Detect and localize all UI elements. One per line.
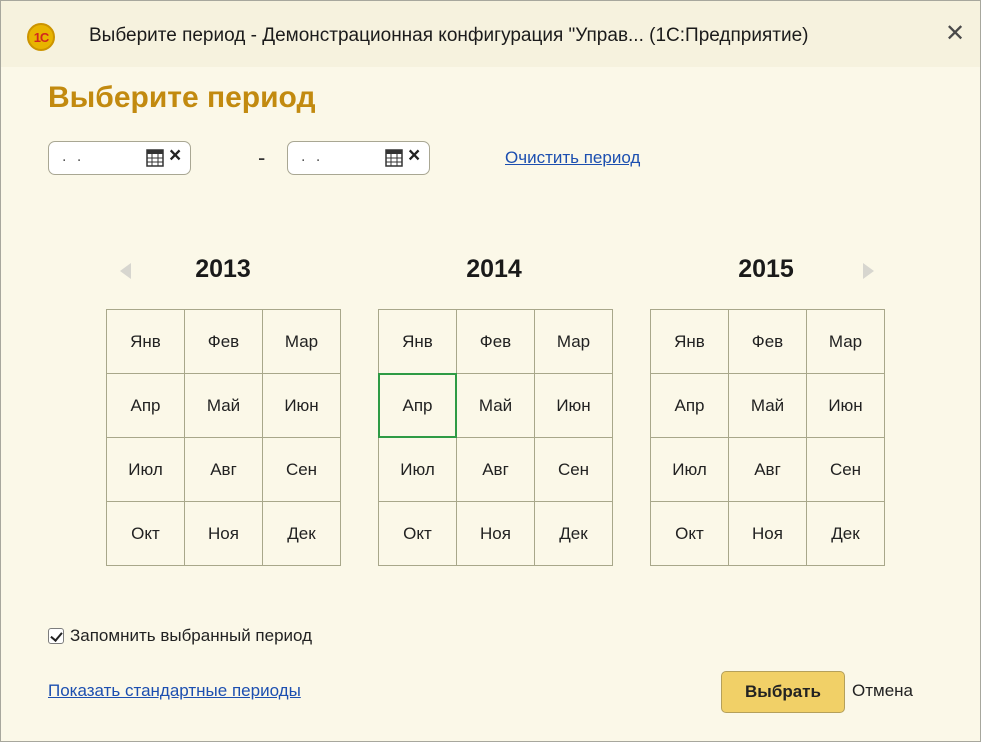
page-title: Выберите период bbox=[48, 81, 316, 114]
month-cell[interactable]: Июн bbox=[807, 374, 885, 438]
remember-period-option[interactable]: Запомнить выбранный период bbox=[48, 626, 312, 646]
period-end-field[interactable]: . . × bbox=[287, 141, 430, 175]
title-bar: 1С Выберите период - Демонстрационная ко… bbox=[1, 1, 980, 67]
month-cell[interactable]: Мар bbox=[263, 310, 341, 374]
remember-period-label: Запомнить выбранный период bbox=[70, 626, 313, 645]
month-cell[interactable]: Апр bbox=[651, 374, 729, 438]
period-separator: - bbox=[258, 145, 266, 170]
arrow-left-icon[interactable] bbox=[120, 263, 131, 279]
month-cell[interactable]: Июл bbox=[379, 438, 457, 502]
month-cell[interactable]: Дек bbox=[263, 502, 341, 566]
month-cell[interactable]: Мар bbox=[807, 310, 885, 374]
month-cell[interactable]: Июн bbox=[535, 374, 613, 438]
clear-period-link[interactable]: Очистить период bbox=[505, 148, 640, 168]
month-cell[interactable]: Ноя bbox=[457, 502, 535, 566]
window-title: Выберите период - Демонстрационная конфи… bbox=[89, 25, 809, 46]
month-cell[interactable]: Мар bbox=[535, 310, 613, 374]
month-cell[interactable]: Июл bbox=[107, 438, 185, 502]
month-cell[interactable]: Апр bbox=[107, 374, 185, 438]
month-cell[interactable]: Янв bbox=[379, 310, 457, 374]
clear-end-icon[interactable]: × bbox=[408, 145, 420, 166]
month-cell[interactable]: Окт bbox=[651, 502, 729, 566]
month-cell[interactable]: Фев bbox=[729, 310, 807, 374]
month-cell[interactable]: Май bbox=[185, 374, 263, 438]
period-start-field[interactable]: . . × bbox=[48, 141, 191, 175]
month-cell[interactable]: Сен bbox=[535, 438, 613, 502]
month-cell[interactable]: Фев bbox=[185, 310, 263, 374]
month-grid-2013: Янв Фев Мар Апр Май Июн Июл Авг Сен Окт Ноя Дек bbox=[106, 309, 341, 566]
period-end-value: . . bbox=[301, 148, 324, 165]
clear-start-icon[interactable]: × bbox=[169, 145, 181, 166]
month-cell[interactable]: Авг bbox=[457, 438, 535, 502]
month-cell[interactable]: Июн bbox=[263, 374, 341, 438]
month-cell[interactable]: Июл bbox=[651, 438, 729, 502]
app-logo-icon: 1С bbox=[27, 23, 55, 51]
cancel-button[interactable]: Отмена bbox=[852, 681, 913, 701]
month-cell[interactable]: Май bbox=[457, 374, 535, 438]
month-cell[interactable]: Ноя bbox=[729, 502, 807, 566]
month-cell[interactable]: Сен bbox=[263, 438, 341, 502]
standard-periods-link[interactable]: Показать стандартные периоды bbox=[48, 681, 301, 701]
year-label-2014: 2014 bbox=[466, 255, 522, 283]
remember-period-checkbox[interactable] bbox=[48, 628, 64, 644]
month-cell[interactable]: Окт bbox=[107, 502, 185, 566]
arrow-right-icon[interactable] bbox=[863, 263, 874, 279]
month-cell[interactable]: Авг bbox=[729, 438, 807, 502]
month-grid-2015: Янв Фев Мар Апр Май Июн Июл Авг Сен Окт Ноя Дек bbox=[650, 309, 885, 566]
month-cell-current[interactable]: Апр bbox=[378, 373, 457, 438]
month-cell[interactable]: Дек bbox=[535, 502, 613, 566]
month-cell[interactable]: Дек bbox=[807, 502, 885, 566]
month-cell[interactable]: Май bbox=[729, 374, 807, 438]
calendar-icon[interactable] bbox=[146, 149, 164, 167]
month-cell[interactable]: Янв bbox=[651, 310, 729, 374]
month-cell[interactable]: Окт bbox=[379, 502, 457, 566]
close-button[interactable]: ✕ bbox=[945, 22, 965, 46]
select-button[interactable]: Выбрать bbox=[721, 671, 845, 713]
dialog-window: 1С Выберите период - Демонстрационная ко… bbox=[0, 0, 981, 742]
month-cell[interactable]: Янв bbox=[107, 310, 185, 374]
app-logo-text: 1С bbox=[33, 29, 50, 45]
calendar-icon[interactable] bbox=[385, 149, 403, 167]
period-start-value: . . bbox=[62, 148, 85, 165]
year-label-2013: 2013 bbox=[195, 255, 251, 283]
month-cell[interactable]: Сен bbox=[807, 438, 885, 502]
month-cell[interactable]: Авг bbox=[185, 438, 263, 502]
month-cell[interactable]: Фев bbox=[457, 310, 535, 374]
month-grid-2014: Янв Фев Мар Апр Май Июн Июл Авг Сен Окт Ноя Дек bbox=[378, 309, 613, 566]
month-cell[interactable]: Ноя bbox=[185, 502, 263, 566]
year-label-2015: 2015 bbox=[738, 255, 794, 283]
